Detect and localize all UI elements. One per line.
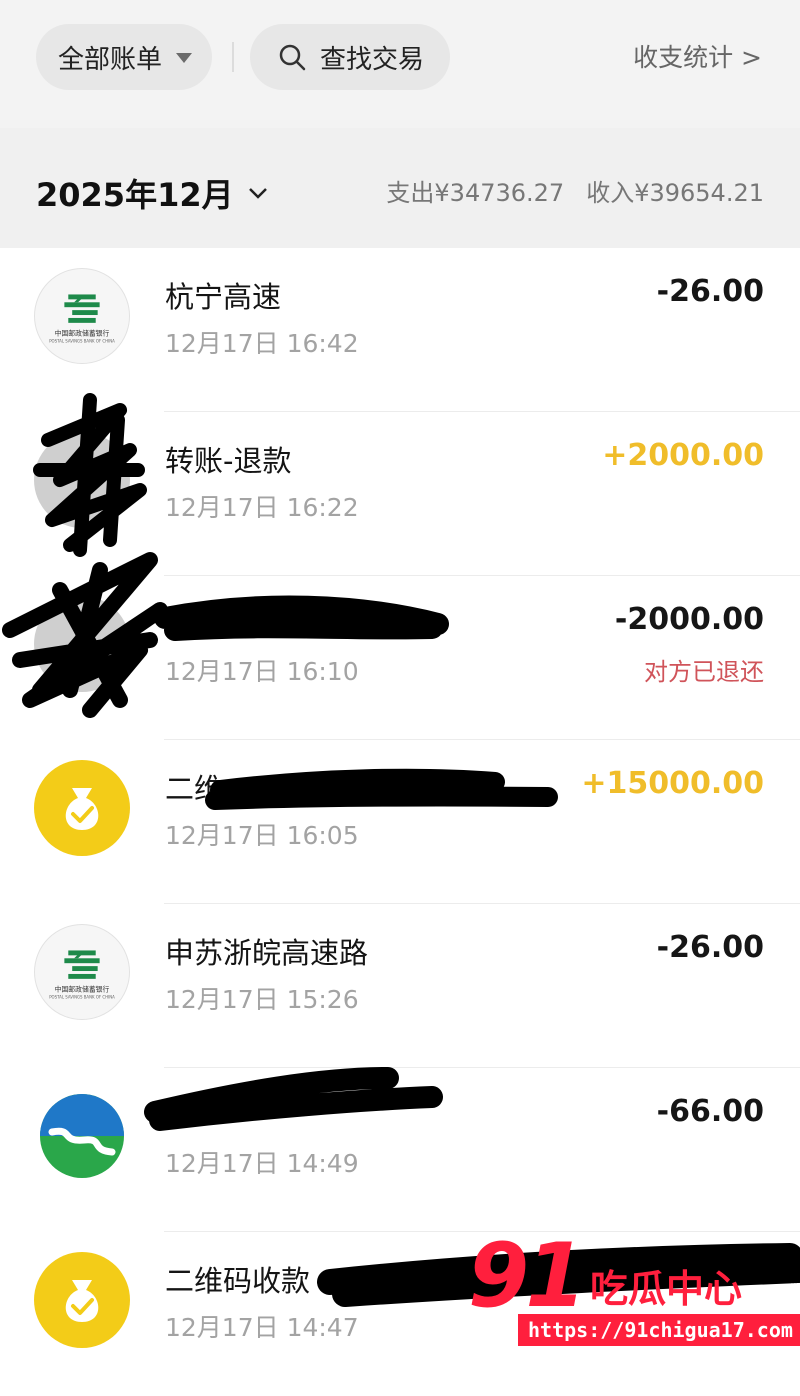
search-label: 查找交易 bbox=[320, 44, 425, 75]
top-filter-bar: 全部账单 查找交易 收支统计 > bbox=[0, 0, 800, 128]
expense-total: 支出¥34736.27 bbox=[386, 179, 565, 207]
transaction-row[interactable]: 12月17日 14:49 -66.00 bbox=[0, 1068, 800, 1232]
transaction-time: 12月17日 16:05 bbox=[165, 821, 359, 850]
transaction-row[interactable]: 中国邮政储蓄银行 POSTAL SAVINGS BANK OF CHINA 申苏… bbox=[0, 904, 800, 1068]
income-expense-stats-link[interactable]: 收支统计 > bbox=[633, 38, 762, 74]
dropdown-caret-icon bbox=[176, 53, 193, 63]
redacted-avatar-icon bbox=[34, 432, 130, 528]
search-icon bbox=[279, 44, 306, 71]
income-total: 收入¥39654.21 bbox=[586, 179, 764, 207]
month-selector[interactable]: 2025年12月 bbox=[36, 170, 268, 216]
transaction-amount: -26.00 bbox=[656, 930, 764, 965]
bank-logo-en: POSTAL SAVINGS BANK OF CHINA bbox=[49, 994, 115, 999]
transaction-time: 12月17日 15:26 bbox=[165, 985, 359, 1014]
merchant-name: 杭宁高速 bbox=[165, 280, 282, 314]
transaction-amount: -2000.00 bbox=[614, 602, 764, 637]
transaction-amount: +15000.00 bbox=[581, 766, 764, 801]
transaction-amount: -66.00 bbox=[656, 1094, 764, 1129]
month-summary-bar: 2025年12月 支出¥34736.27 收入¥39654.21 bbox=[0, 128, 800, 248]
transaction-time: 12月17日 14:47 bbox=[165, 1313, 359, 1342]
transaction-time: 12月17日 14:49 bbox=[165, 1149, 359, 1178]
transaction-list: 中国邮政储蓄银行 POSTAL SAVINGS BANK OF CHINA 杭宁… bbox=[0, 248, 800, 1396]
refund-status: 对方已退还 bbox=[644, 658, 764, 686]
merchant-name: 二维 bbox=[165, 772, 224, 806]
merchant-name: 二维码收款 bbox=[165, 1264, 311, 1298]
merchant-name: 转账-退款 bbox=[165, 444, 292, 478]
stats-label: 收支统计 > bbox=[633, 43, 762, 72]
transaction-amount: -26.00 bbox=[656, 274, 764, 309]
road-logo-icon bbox=[34, 1088, 130, 1184]
month-totals: 支出¥34736.27 收入¥39654.21 bbox=[386, 173, 764, 208]
bank-logo-cn: 中国邮政储蓄银行 bbox=[55, 329, 110, 338]
transaction-row[interactable]: 12月17日 16:10 -2000.00 对方已退还 bbox=[0, 576, 800, 740]
month-label: 2025年12月 bbox=[36, 176, 234, 214]
bank-logo-en: POSTAL SAVINGS BANK OF CHINA bbox=[49, 338, 115, 343]
postal-bank-logo-icon: 中国邮政储蓄银行 POSTAL SAVINGS BANK OF CHINA bbox=[34, 268, 130, 364]
search-transactions-button[interactable]: 查找交易 bbox=[250, 24, 450, 90]
redacted-avatar-icon bbox=[34, 596, 130, 692]
bank-logo-cn: 中国邮政储蓄银行 bbox=[55, 985, 110, 994]
transaction-time: 12月17日 16:22 bbox=[165, 493, 359, 522]
postal-bank-logo-icon: 中国邮政储蓄银行 POSTAL SAVINGS BANK OF CHINA bbox=[34, 924, 130, 1020]
all-bills-dropdown[interactable]: 全部账单 bbox=[36, 24, 212, 90]
transaction-time: 12月17日 16:10 bbox=[165, 657, 359, 686]
transaction-row[interactable]: 二维码收款 12月17日 14:47 bbox=[0, 1232, 800, 1396]
merchant-name: 申苏浙皖高速路 bbox=[165, 936, 369, 970]
chevron-down-icon bbox=[248, 188, 267, 199]
transaction-time: 12月17日 16:42 bbox=[165, 329, 359, 358]
all-bills-label: 全部账单 bbox=[58, 44, 163, 75]
money-bag-icon bbox=[34, 1252, 130, 1348]
transaction-row[interactable]: 二维 12月17日 16:05 +15000.00 bbox=[0, 740, 800, 904]
transaction-row[interactable]: 中国邮政储蓄银行 POSTAL SAVINGS BANK OF CHINA 杭宁… bbox=[0, 248, 800, 412]
transaction-amount: +2000.00 bbox=[602, 438, 764, 473]
transaction-row[interactable]: 转账-退款 12月17日 16:22 +2000.00 bbox=[0, 412, 800, 576]
money-bag-icon bbox=[34, 760, 130, 856]
divider bbox=[232, 42, 234, 72]
